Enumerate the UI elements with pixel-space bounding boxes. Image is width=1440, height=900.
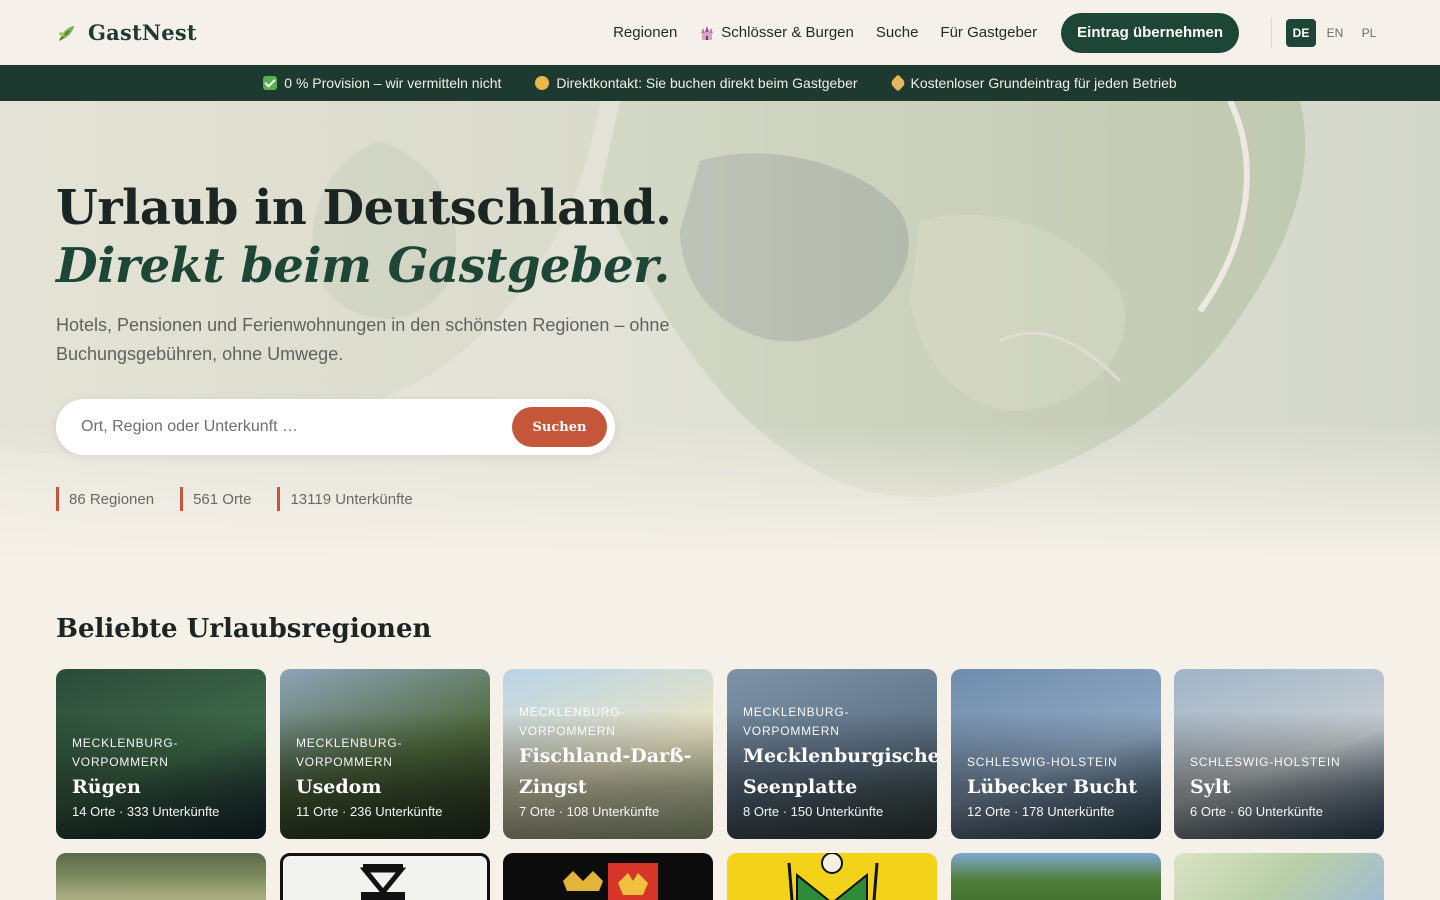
language-switcher: DE EN PL (1286, 18, 1384, 47)
claim-entry-button[interactable]: Eintrag übernehmen (1061, 12, 1239, 53)
brand-name: GastNest (88, 20, 197, 45)
trust-item-direct-contact: Direktkontakt: Sie buchen direkt beim Ga… (535, 75, 858, 91)
search-input[interactable] (81, 418, 512, 436)
region-state: Mecklenburg-Vorpommern (519, 705, 626, 738)
nav-schloesser-burgen[interactable]: Schlösser & Burgen (699, 24, 854, 41)
region-card-aerial-coast[interactable] (56, 853, 266, 900)
nav-suche[interactable]: Suche (876, 24, 919, 41)
castle-icon (701, 25, 714, 40)
hero-title-line1: Urlaub in Deutschland. (56, 180, 672, 236)
site-header: GastNest Regionen Schlösser & Burgen Suc… (0, 0, 1440, 65)
trust-item-free-listing: Kostenloser Grundeintrag für jeden Betri… (889, 74, 1177, 92)
trust-bar: 0 % Provision – wir vermitteln nicht Dir… (0, 65, 1440, 101)
stats: 86 Regionen 561 Orte 13119 Unterkünfte (56, 487, 413, 511)
hero-title-line2: Direkt beim Gastgeber. (56, 238, 670, 294)
stat-places: 561 Orte (180, 487, 251, 511)
check-icon (263, 76, 278, 90)
logo[interactable]: GastNest (56, 20, 197, 45)
region-meta: 12 Orte · 178 Unterkünfte (967, 804, 1115, 819)
region-card-sylt[interactable]: Schleswig-Holstein Sylt 6 Orte · 60 Unte… (1174, 669, 1384, 839)
region-card-ruegen[interactable]: Mecklenburg-Vorpommern Rügen 14 Orte · 3… (56, 669, 266, 839)
region-card-forest[interactable] (951, 853, 1161, 900)
leaf-icon (58, 25, 75, 41)
search-button[interactable]: Suchen (512, 407, 607, 447)
card-info: Mecklenburg-Vorpommern Usedom 11 Orte · … (296, 734, 478, 821)
handshake-icon (535, 76, 550, 90)
coat-of-arms-image (787, 853, 879, 900)
region-meta: 14 Orte · 333 Unterkünfte (72, 804, 220, 819)
region-card-map[interactable] (1174, 853, 1384, 900)
stat-regions: 86 Regionen (56, 487, 154, 511)
region-name: Lübecker Bucht (967, 776, 1138, 798)
region-card-fischland-darss-zingst[interactable]: Mecklenburg-Vorpommern Fischland-Darß-Zi… (503, 669, 713, 839)
tag-icon (889, 74, 907, 92)
region-name: Fischland-Darß-Zingst (519, 745, 692, 798)
search-bar: Suchen (56, 399, 615, 455)
region-card-coat-of-arms-eagles[interactable] (503, 853, 713, 900)
region-meta: 8 Orte · 150 Unterkünfte (743, 804, 884, 819)
card-info: Mecklenburg-Vorpommern Mecklenburgische … (743, 703, 937, 821)
lang-de[interactable]: DE (1286, 18, 1316, 47)
region-card-coat-of-arms-tower[interactable] (280, 853, 490, 900)
divider (1271, 17, 1272, 48)
region-card-coat-of-arms-figure[interactable] (727, 853, 937, 900)
section-title-regions: Beliebte Urlaubsregionen (56, 614, 432, 644)
card-info: Mecklenburg-Vorpommern Fischland-Darß-Zi… (519, 703, 701, 821)
trust-text: Kostenloser Grundeintrag für jeden Betri… (910, 75, 1177, 91)
hero-title: Urlaub in Deutschland. Direkt beim Gastg… (56, 179, 672, 295)
nav-label: Regionen (613, 24, 678, 41)
nav-label: Für Gastgeber (940, 24, 1038, 41)
region-name: Sylt (1190, 776, 1231, 798)
lang-pl[interactable]: PL (1354, 19, 1384, 47)
region-state: Mecklenburg-Vorpommern (296, 736, 403, 769)
region-card-usedom[interactable]: Mecklenburg-Vorpommern Usedom 11 Orte · … (280, 669, 490, 839)
region-meta: 11 Orte · 236 Unterkünfte (296, 804, 443, 819)
region-state: Mecklenburg-Vorpommern (72, 736, 179, 769)
coat-of-arms-image (359, 864, 407, 900)
region-meta: 7 Orte · 108 Unterkünfte (519, 804, 660, 819)
trust-text: Direktkontakt: Sie buchen direkt beim Ga… (556, 75, 858, 91)
region-meta: 6 Orte · 60 Unterkünfte (1190, 804, 1323, 819)
card-info: Schleswig-Holstein Lübecker Bucht 12 Ort… (967, 753, 1149, 821)
stat-accommodations: 13119 Unterkünfte (277, 487, 413, 511)
region-name: Rügen (72, 776, 141, 798)
region-name: Mecklenburgische Seenplatte (743, 745, 937, 798)
nav-regionen[interactable]: Regionen (613, 24, 677, 41)
hero: Urlaub in Deutschland. Direkt beim Gastg… (0, 101, 1440, 561)
nav-label: Schlösser & Burgen (721, 24, 854, 41)
card-info: Schleswig-Holstein Sylt 6 Orte · 60 Unte… (1190, 753, 1372, 821)
coat-of-arms-image (563, 863, 658, 900)
region-card-mecklenburgische-seenplatte[interactable]: Mecklenburg-Vorpommern Mecklenburgische … (727, 669, 937, 839)
nav-fuer-gastgeber[interactable]: Für Gastgeber (940, 24, 1037, 41)
lang-en[interactable]: EN (1320, 19, 1350, 47)
region-state: Mecklenburg-Vorpommern (743, 705, 850, 738)
card-info: Mecklenburg-Vorpommern Rügen 14 Orte · 3… (72, 734, 254, 821)
nav-label: Suche (875, 24, 919, 41)
region-name: Usedom (296, 776, 382, 798)
trust-item-commission: 0 % Provision – wir vermitteln nicht (263, 75, 501, 91)
main-nav: Regionen Schlösser & Burgen Suche Für Ga… (613, 12, 1384, 53)
hero-subtitle: Hotels, Pensionen und Ferienwohnungen in… (56, 315, 670, 364)
trust-text: 0 % Provision – wir vermitteln nicht (284, 75, 502, 91)
region-card-luebecker-bucht[interactable]: Schleswig-Holstein Lübecker Bucht 12 Ort… (951, 669, 1161, 839)
region-state: Schleswig-Holstein (967, 755, 1118, 769)
region-state: Schleswig-Holstein (1190, 755, 1341, 769)
